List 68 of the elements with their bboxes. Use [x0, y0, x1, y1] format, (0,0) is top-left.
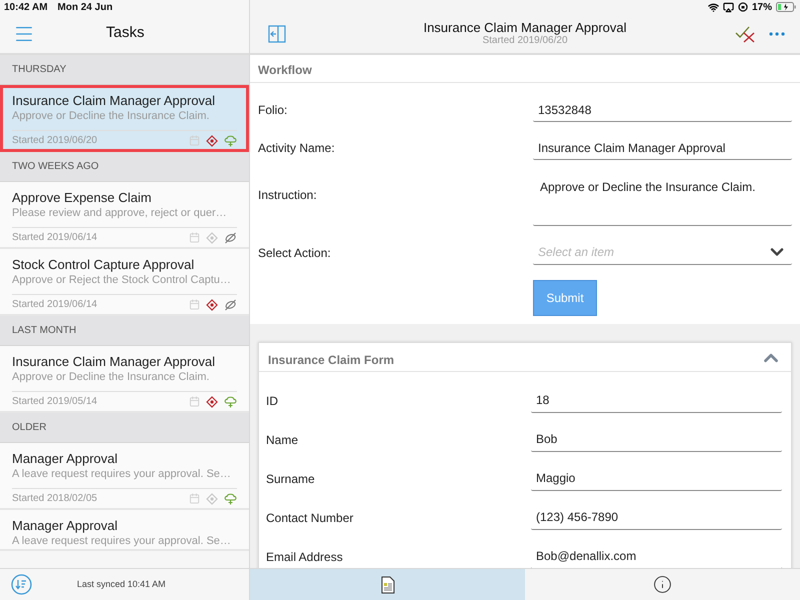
input-field[interactable]: 13532848	[533, 98, 792, 122]
task-started: Started 2019/05/14	[12, 395, 98, 409]
group-header: OLDER	[0, 413, 249, 443]
task-started: Started 2018/02/05	[12, 492, 98, 506]
calendar-icon	[189, 232, 200, 243]
task-item[interactable]: Manager Approval A leave request requires your approval. Se… Started 2018/02/05	[0, 443, 249, 510]
input-field[interactable]: Bob	[531, 428, 782, 452]
calendar-icon	[189, 396, 200, 407]
task-title: Insurance Claim Manager Approval	[12, 354, 216, 370]
input-field[interactable]: 18	[531, 388, 782, 412]
card-heading: Insurance Claim Form	[268, 352, 394, 369]
calendar-icon	[189, 493, 200, 504]
task-title: Stock Control Capture Approval	[12, 257, 196, 273]
task-summary: Approve or Decline the Insurance Claim.	[12, 370, 210, 385]
rotation-lock-icon	[738, 2, 748, 12]
task-item[interactable]: Approve Expense Claim Please review and approve, reject or quer… Started 2019/06/14	[0, 182, 249, 249]
wifi-icon	[708, 2, 719, 12]
field-label: Name	[266, 432, 300, 448]
info-icon	[653, 575, 672, 594]
task-item[interactable]: Manager Approval A leave request requires your approval. Se…	[0, 510, 249, 551]
task-started: Started 2019/06/14	[12, 231, 98, 245]
more-icon	[769, 32, 785, 36]
field-label: Surname	[266, 470, 316, 488]
task-title: Manager Approval	[12, 451, 119, 467]
task-item[interactable]: Insurance Claim Manager Approval Approve or Decline the Insurance Claim. Started 2019/05/14	[0, 346, 249, 413]
more-button[interactable]	[769, 32, 785, 36]
status-time: 10:42 AM	[4, 0, 48, 14]
group-header: TWO WEEKS AGO	[0, 152, 249, 182]
field-label: Folio:	[258, 102, 288, 119]
collapse-panel-button[interactable]	[268, 24, 286, 42]
field-label: Activity Name:	[258, 140, 336, 157]
sidebar-title: Tasks	[106, 23, 144, 44]
task-summary: Please review and approve, reject or quer…	[12, 206, 227, 221]
detail-title: Insurance Claim Manager Approval	[423, 20, 627, 35]
task-title: Approve Expense Claim	[12, 190, 152, 206]
task-title: Manager Approval	[12, 518, 119, 534]
task-item[interactable]: Stock Control Capture Approval Approve or Reject the Stock Control Captu… Started 2019/06/14	[0, 249, 249, 316]
field-label: Email Address	[266, 548, 344, 566]
section-heading: Workflow	[258, 62, 312, 79]
document-icon	[380, 576, 394, 594]
last-synced: Last synced 10:41 AM	[77, 578, 166, 591]
group-header: THURSDAY	[0, 55, 249, 85]
task-title: Insurance Claim Manager Approval	[12, 93, 216, 109]
input-field[interactable]: (123) 456-7890	[531, 506, 782, 530]
instruction-field[interactable]: Approve or Decline the Insurance Claim.	[533, 174, 792, 226]
detail-subtitle: Started 2019/06/20	[482, 35, 568, 47]
task-summary: A leave request requires your approval. Se…	[12, 467, 231, 482]
calendar-icon	[189, 135, 200, 146]
status-date: Mon 24 Jun	[58, 0, 113, 14]
group-header: LAST MONTH	[0, 316, 249, 346]
task-started: Started 2019/06/14	[12, 298, 98, 312]
battery-percent: 17%	[752, 0, 772, 14]
field-label: Select Action:	[258, 244, 332, 262]
input-field[interactable]: Insurance Claim Manager Approval	[533, 136, 792, 160]
field-label: Instruction:	[258, 187, 318, 204]
airplay-icon	[722, 2, 734, 12]
sort-button[interactable]	[11, 574, 32, 595]
approve-reject-button[interactable]	[735, 24, 757, 42]
field-label: ID	[266, 392, 279, 410]
task-item[interactable]: Insurance Claim Manager Approval Approve or Decline the Insurance Claim. Started 2019/06/20	[0, 85, 249, 152]
task-summary: Approve or Reject the Stock Control Captu…	[12, 273, 231, 288]
field-label: Contact Number	[266, 510, 354, 526]
calendar-icon	[189, 299, 200, 310]
task-summary: Approve or Decline the Insurance Claim.	[12, 109, 210, 124]
task-summary: A leave request requires your approval. Se…	[12, 534, 231, 549]
battery-icon	[776, 2, 796, 12]
input-field[interactable]: Maggio	[531, 466, 782, 490]
task-started: Started 2019/06/20	[12, 134, 98, 148]
